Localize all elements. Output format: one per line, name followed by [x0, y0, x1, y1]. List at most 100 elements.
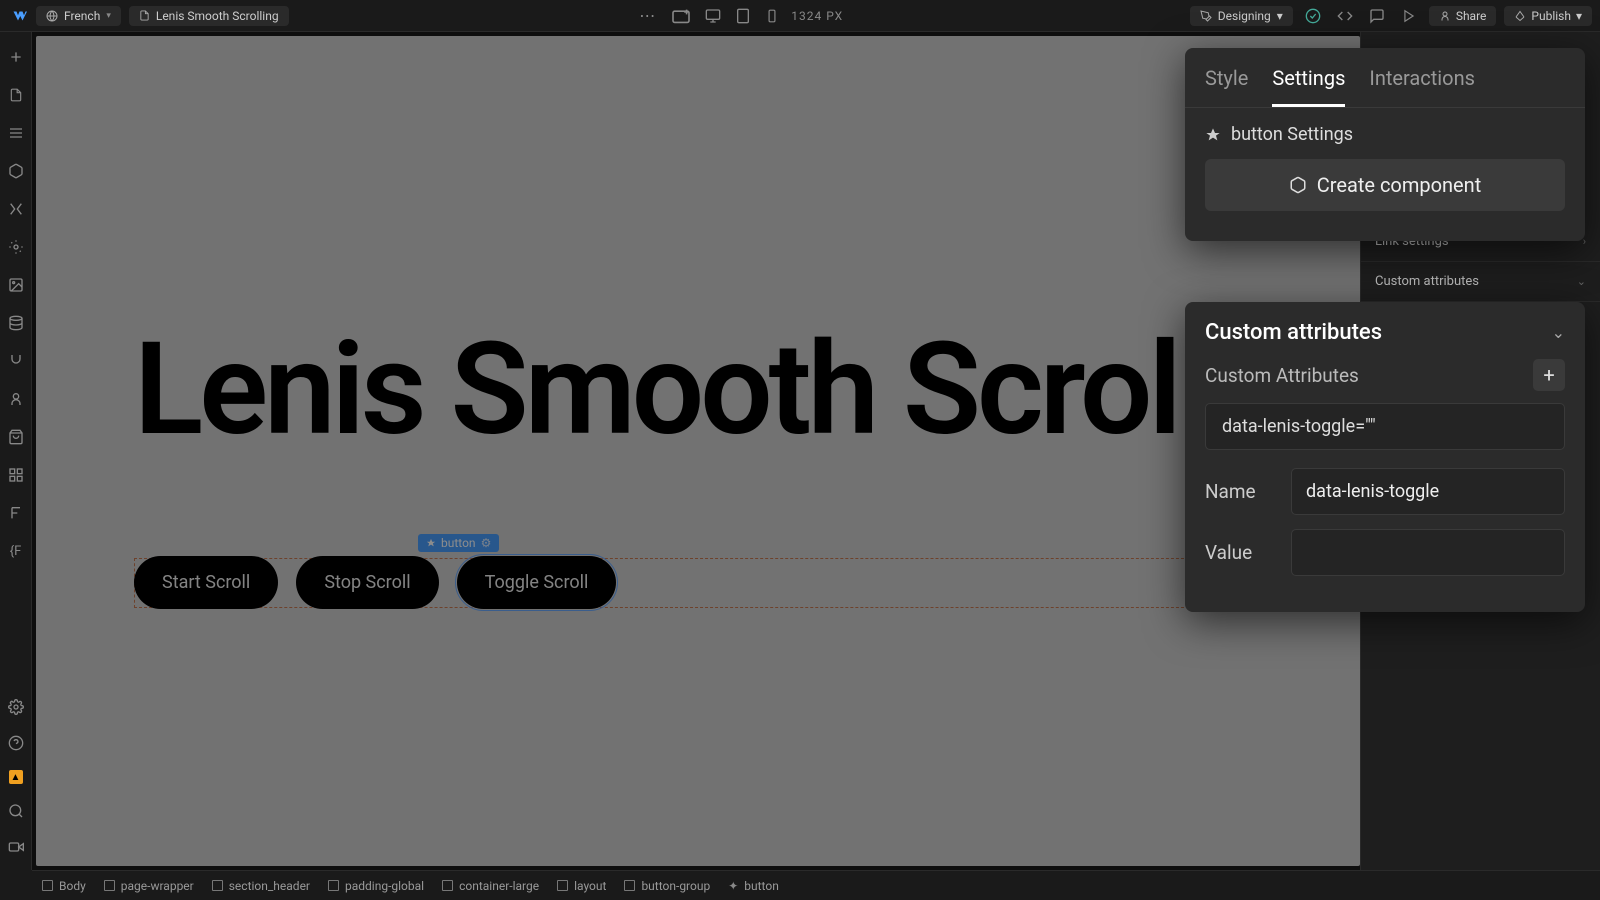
crumb-layout[interactable]: layout: [557, 879, 606, 893]
preview-icon[interactable]: [1397, 4, 1421, 28]
selection-gear-icon[interactable]: ⚙: [481, 536, 492, 550]
page-selector[interactable]: Lenis Smooth Scrolling: [129, 6, 289, 26]
page-name: Lenis Smooth Scrolling: [156, 9, 279, 23]
topbar: French ▾ Lenis Smooth Scrolling ⋯ 1324 P…: [0, 0, 1600, 32]
stop-scroll-button[interactable]: Stop Scroll: [296, 556, 438, 609]
start-scroll-button[interactable]: Start Scroll: [134, 556, 278, 609]
tab-settings[interactable]: Settings: [1272, 66, 1345, 107]
value-field-row: Value: [1205, 529, 1565, 576]
publish-button[interactable]: Publish ▾: [1504, 6, 1592, 26]
custom-attributes-row[interactable]: Custom attributes ⌄: [1361, 262, 1600, 302]
create-component-button[interactable]: Create component: [1205, 159, 1565, 211]
value-input[interactable]: [1291, 529, 1565, 576]
chevron-down-icon: ▾: [106, 11, 111, 21]
attribute-chip[interactable]: data-lenis-toggle="": [1205, 403, 1565, 450]
crumb-section-header[interactable]: section_header: [212, 879, 310, 893]
cms-icon[interactable]: [7, 314, 25, 332]
variables-icon[interactable]: [7, 200, 25, 218]
chevron-down-icon[interactable]: ⌄: [1552, 323, 1565, 342]
cursor-icon: [1205, 127, 1221, 143]
device-breakpoints: [671, 8, 779, 24]
comment-icon[interactable]: [1365, 4, 1389, 28]
audit-warning-icon[interactable]: ▲: [9, 770, 23, 784]
panel-tabs: Style Settings Interactions: [1185, 48, 1585, 108]
desktop-icon[interactable]: [705, 8, 721, 24]
rail-bottom: ▲: [7, 698, 25, 870]
more-icon[interactable]: ⋯: [635, 4, 659, 28]
box-icon: [557, 880, 568, 891]
panel-body: button Settings Create component: [1185, 108, 1585, 227]
navigator-icon[interactable]: [7, 124, 25, 142]
chevron-down-icon: ▾: [1576, 9, 1582, 23]
panel-subheader: Custom Attributes +: [1205, 359, 1565, 391]
panel-subtitle: Custom Attributes: [1205, 364, 1359, 387]
hero-heading[interactable]: Lenis Smooth Scroll: [134, 326, 1207, 454]
name-input[interactable]: [1291, 468, 1565, 515]
topbar-left: French ▾ Lenis Smooth Scrolling: [8, 6, 289, 26]
mode-toggle[interactable]: Designing ▾: [1190, 6, 1293, 26]
canvas[interactable]: Lenis Smooth Scroll Start Scroll Stop Sc…: [36, 36, 1360, 866]
element-label-text: button Settings: [1231, 124, 1353, 145]
toggle-scroll-button[interactable]: Toggle Scroll: [457, 556, 617, 609]
left-rail: {F ▲: [0, 32, 32, 870]
add-attribute-button[interactable]: +: [1533, 359, 1565, 391]
box-icon: [442, 880, 453, 891]
locale-selector[interactable]: French ▾: [36, 6, 121, 26]
crumb-padding-global[interactable]: padding-global: [328, 879, 424, 893]
check-icon[interactable]: [1301, 4, 1325, 28]
apps-icon[interactable]: [7, 466, 25, 484]
style-manager-icon[interactable]: [7, 238, 25, 256]
canvas-wrap: Lenis Smooth Scroll Start Scroll Stop Sc…: [32, 32, 1360, 870]
box-icon: [42, 880, 53, 891]
logic-icon[interactable]: [7, 352, 25, 370]
crumb-body[interactable]: Body: [42, 879, 86, 893]
components-icon[interactable]: [7, 162, 25, 180]
help-icon[interactable]: [7, 734, 25, 752]
curly-icon[interactable]: {F: [7, 542, 25, 560]
finsweet-icon[interactable]: [7, 504, 25, 522]
settings-icon[interactable]: [7, 698, 25, 716]
ecommerce-icon[interactable]: [7, 428, 25, 446]
box-icon: [328, 880, 339, 891]
name-field-row: Name: [1205, 468, 1565, 515]
share-label: Share: [1456, 9, 1487, 23]
tab-interactions[interactable]: Interactions: [1369, 66, 1475, 107]
custom-attributes-panel: Custom attributes ⌄ Custom Attributes + …: [1185, 302, 1585, 612]
box-icon: [624, 880, 635, 891]
canvas-inner: Lenis Smooth Scroll Start Scroll Stop Sc…: [36, 36, 1360, 866]
crumb-container-large[interactable]: container-large: [442, 879, 539, 893]
element-label: button Settings: [1205, 124, 1565, 145]
share-button[interactable]: Share: [1429, 6, 1497, 26]
pages-icon[interactable]: [7, 86, 25, 104]
panel-header: Custom attributes ⌄: [1205, 320, 1565, 345]
value-label: Value: [1205, 541, 1275, 564]
selection-tag[interactable]: button ⚙: [418, 534, 499, 552]
chevron-down-icon: ⌄: [1577, 275, 1586, 288]
users-icon[interactable]: [7, 390, 25, 408]
topbar-center: ⋯ 1324 PX: [289, 4, 1190, 28]
breakpoint-add-icon[interactable]: [671, 8, 691, 24]
code-icon[interactable]: [1333, 4, 1357, 28]
mode-label: Designing: [1218, 9, 1271, 23]
box-icon: [104, 880, 115, 891]
selection-tag-label: button: [441, 536, 476, 550]
assets-icon[interactable]: [7, 276, 25, 294]
crumb-button[interactable]: ✦button: [728, 879, 779, 893]
add-element-icon[interactable]: [7, 48, 25, 66]
tablet-icon[interactable]: [735, 8, 751, 24]
panel-title: Custom attributes: [1205, 320, 1382, 345]
video-icon[interactable]: [7, 838, 25, 856]
publish-label: Publish: [1531, 9, 1571, 23]
crumb-page-wrapper[interactable]: page-wrapper: [104, 879, 194, 893]
button-group: Start Scroll Stop Scroll Toggle Scroll: [134, 556, 616, 609]
crumb-button-group[interactable]: button-group: [624, 879, 710, 893]
name-label: Name: [1205, 480, 1275, 503]
webflow-logo-icon[interactable]: [8, 6, 28, 26]
topbar-right: Designing ▾ Share Publish ▾: [1190, 4, 1592, 28]
breadcrumb: Body page-wrapper section_header padding…: [32, 870, 1600, 900]
locale-label: French: [64, 9, 100, 23]
mobile-icon[interactable]: [765, 8, 779, 24]
search-icon[interactable]: [7, 802, 25, 820]
box-icon: [212, 880, 223, 891]
tab-style[interactable]: Style: [1205, 66, 1248, 107]
